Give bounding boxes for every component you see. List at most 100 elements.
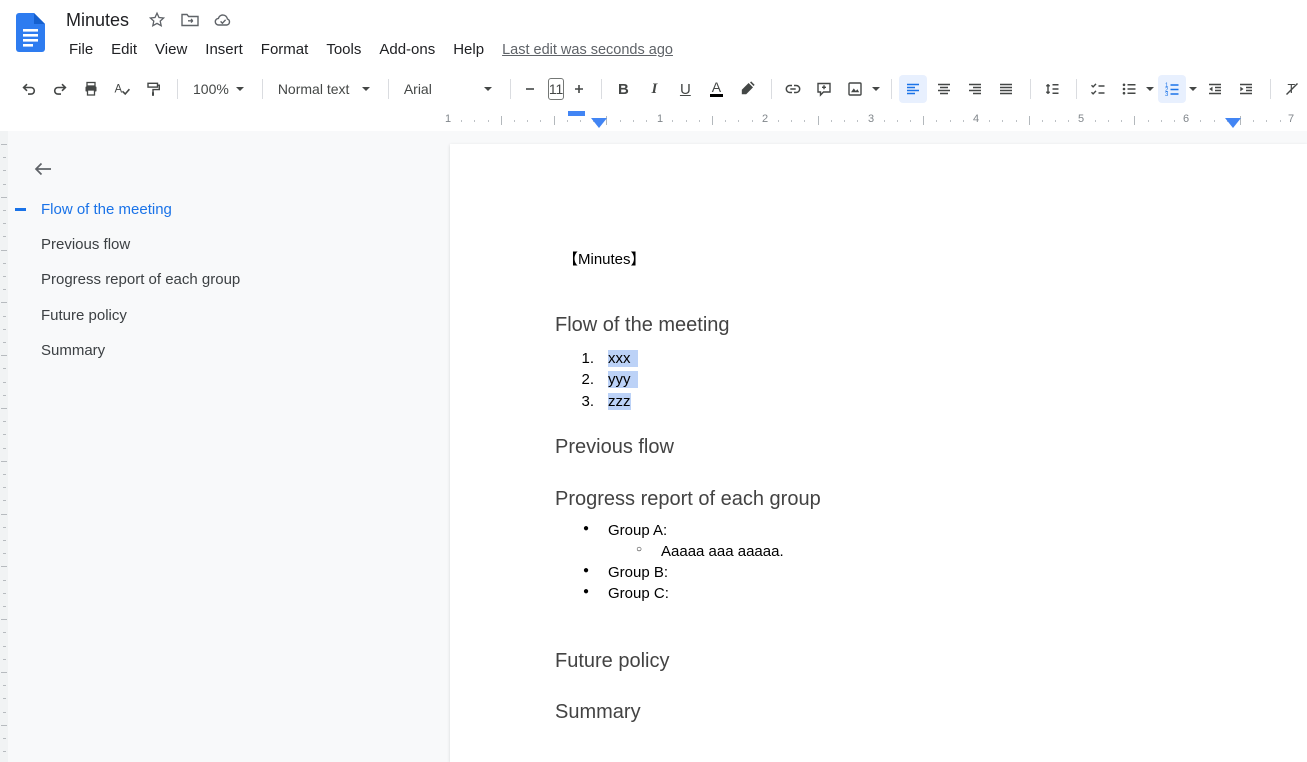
heading-flow-of-the-meeting[interactable]: Flow of the meeting bbox=[555, 314, 730, 337]
outline-item-future-policy[interactable]: Future policy bbox=[41, 307, 127, 324]
star-icon[interactable] bbox=[145, 8, 169, 32]
ruler-tick bbox=[1108, 120, 1109, 122]
bullet-text[interactable]: Group B: bbox=[608, 564, 668, 581]
bullet-list-subitem[interactable]: ○ Aaaaa aaa aaaaa. bbox=[450, 543, 850, 564]
vertical-ruler[interactable] bbox=[0, 131, 8, 762]
align-left-button[interactable] bbox=[899, 75, 927, 103]
numbered-list-button[interactable]: 123 bbox=[1158, 75, 1186, 103]
document-page[interactable]: 【Minutes】 Flow of the meeting 1. xxx 2. … bbox=[450, 144, 1307, 762]
ruler-number: 2 bbox=[762, 113, 768, 125]
bullet-text[interactable]: Group A: bbox=[608, 522, 667, 539]
document-title[interactable]: Minutes bbox=[66, 10, 129, 31]
increase-indent-button[interactable] bbox=[1232, 75, 1260, 103]
outline-item-previous-flow[interactable]: Previous flow bbox=[41, 236, 130, 253]
justify-button[interactable] bbox=[992, 75, 1020, 103]
vertical-ruler-tick bbox=[3, 210, 6, 211]
font-size-input[interactable]: 11 bbox=[548, 78, 565, 100]
highlight-color-button[interactable] bbox=[733, 75, 761, 103]
clear-formatting-button[interactable]: T bbox=[1278, 75, 1306, 103]
menu-help[interactable]: Help bbox=[444, 38, 493, 61]
move-to-folder-icon[interactable] bbox=[178, 8, 202, 32]
ordered-list-item[interactable]: 3. zzz bbox=[450, 393, 850, 414]
heading-progress-report[interactable]: Progress report of each group bbox=[555, 488, 821, 511]
vertical-ruler-tick bbox=[3, 738, 6, 739]
menu-insert[interactable]: Insert bbox=[196, 38, 252, 61]
insert-image-dropdown[interactable] bbox=[869, 75, 881, 103]
docs-logo-icon[interactable] bbox=[16, 13, 45, 52]
menu-addons[interactable]: Add-ons bbox=[370, 38, 444, 61]
bullet-text[interactable]: Group C: bbox=[608, 585, 669, 602]
horizontal-ruler[interactable]: 11234567 bbox=[0, 110, 1307, 131]
redo-button[interactable] bbox=[46, 75, 74, 103]
outline-item-progress-report[interactable]: Progress report of each group bbox=[41, 271, 240, 288]
italic-button[interactable]: I bbox=[640, 75, 668, 103]
doc-title-line[interactable]: 【Minutes】 bbox=[563, 248, 646, 269]
chevron-down-icon bbox=[1146, 87, 1154, 91]
align-right-button[interactable] bbox=[961, 75, 989, 103]
ruler-tick bbox=[620, 120, 621, 122]
spellcheck-button[interactable]: A bbox=[108, 75, 136, 103]
selected-text[interactable]: yyy bbox=[608, 371, 638, 388]
ruler-tick bbox=[699, 120, 700, 122]
print-button[interactable] bbox=[77, 75, 105, 103]
decrease-indent-button[interactable] bbox=[1201, 75, 1229, 103]
bullet-list-item[interactable]: ● Group B: bbox=[450, 564, 850, 585]
heading-future-policy[interactable]: Future policy bbox=[555, 650, 670, 673]
decrease-font-size-button[interactable] bbox=[518, 75, 542, 103]
ruler-tick bbox=[540, 120, 541, 122]
menu-edit[interactable]: Edit bbox=[102, 38, 146, 61]
ruler-tick bbox=[633, 120, 634, 122]
bold-button[interactable]: B bbox=[609, 75, 637, 103]
right-indent-marker[interactable] bbox=[1225, 118, 1241, 128]
selected-text[interactable]: zzz bbox=[608, 393, 631, 410]
bullet-sub-text[interactable]: Aaaaa aaa aaaaa. bbox=[661, 543, 784, 560]
editor-canvas: Flow of the meeting Previous flow Progre… bbox=[0, 131, 1307, 762]
heading-previous-flow[interactable]: Previous flow bbox=[555, 436, 674, 459]
underline-button[interactable]: U bbox=[671, 75, 699, 103]
outline-item-flow-of-the-meeting[interactable]: Flow of the meeting bbox=[41, 201, 172, 218]
checklist-button[interactable] bbox=[1084, 75, 1112, 103]
first-line-indent-marker[interactable] bbox=[568, 111, 585, 116]
ruler-tick bbox=[712, 116, 713, 125]
vertical-ruler-tick bbox=[3, 170, 6, 171]
menu-view[interactable]: View bbox=[146, 38, 196, 61]
ruler-tick bbox=[488, 120, 489, 122]
left-indent-marker[interactable] bbox=[591, 118, 607, 128]
close-outline-button[interactable] bbox=[32, 158, 58, 184]
paragraph-style-select[interactable]: Normal text bbox=[270, 75, 378, 103]
insert-image-button[interactable] bbox=[841, 75, 869, 103]
ruler-tick bbox=[1002, 120, 1003, 122]
last-edit-link[interactable]: Last edit was seconds ago bbox=[502, 42, 673, 58]
menu-tools[interactable]: Tools bbox=[317, 38, 370, 61]
header: Minutes File Edit View Insert Format Too… bbox=[0, 0, 1307, 68]
bullet-list-item[interactable]: ● Group C: bbox=[450, 585, 850, 606]
undo-button[interactable] bbox=[15, 75, 43, 103]
checklist-icon bbox=[1089, 80, 1107, 98]
numbered-list-dropdown[interactable] bbox=[1186, 75, 1198, 103]
bulleted-list-button[interactable] bbox=[1115, 75, 1143, 103]
outline-item-summary[interactable]: Summary bbox=[41, 342, 105, 359]
bullet-list-item[interactable]: ● Group A: bbox=[450, 522, 850, 543]
font-select[interactable]: Arial bbox=[396, 75, 500, 103]
plus-icon bbox=[573, 83, 585, 95]
insert-link-button[interactable] bbox=[779, 75, 807, 103]
ordered-list-item[interactable]: 2. yyy bbox=[450, 371, 850, 392]
menu-file[interactable]: File bbox=[60, 38, 102, 61]
zoom-select[interactable]: 100% bbox=[185, 75, 252, 103]
align-center-button[interactable] bbox=[930, 75, 958, 103]
vertical-ruler-tick bbox=[1, 144, 7, 145]
text-color-button[interactable]: A bbox=[702, 75, 730, 103]
bulleted-list-dropdown[interactable] bbox=[1143, 75, 1155, 103]
ruler-tick bbox=[554, 116, 555, 125]
ordered-list-item[interactable]: 1. xxx bbox=[450, 350, 850, 371]
document-status-cloud-icon[interactable] bbox=[211, 8, 235, 32]
paint-format-button[interactable] bbox=[139, 75, 167, 103]
bullet-icon: ● bbox=[583, 565, 589, 576]
vertical-ruler-tick bbox=[3, 698, 6, 699]
heading-summary[interactable]: Summary bbox=[555, 701, 641, 724]
add-comment-button[interactable] bbox=[810, 75, 838, 103]
selected-text[interactable]: xxx bbox=[608, 350, 638, 367]
line-spacing-button[interactable] bbox=[1038, 75, 1066, 103]
menu-format[interactable]: Format bbox=[252, 38, 318, 61]
increase-font-size-button[interactable] bbox=[567, 75, 591, 103]
